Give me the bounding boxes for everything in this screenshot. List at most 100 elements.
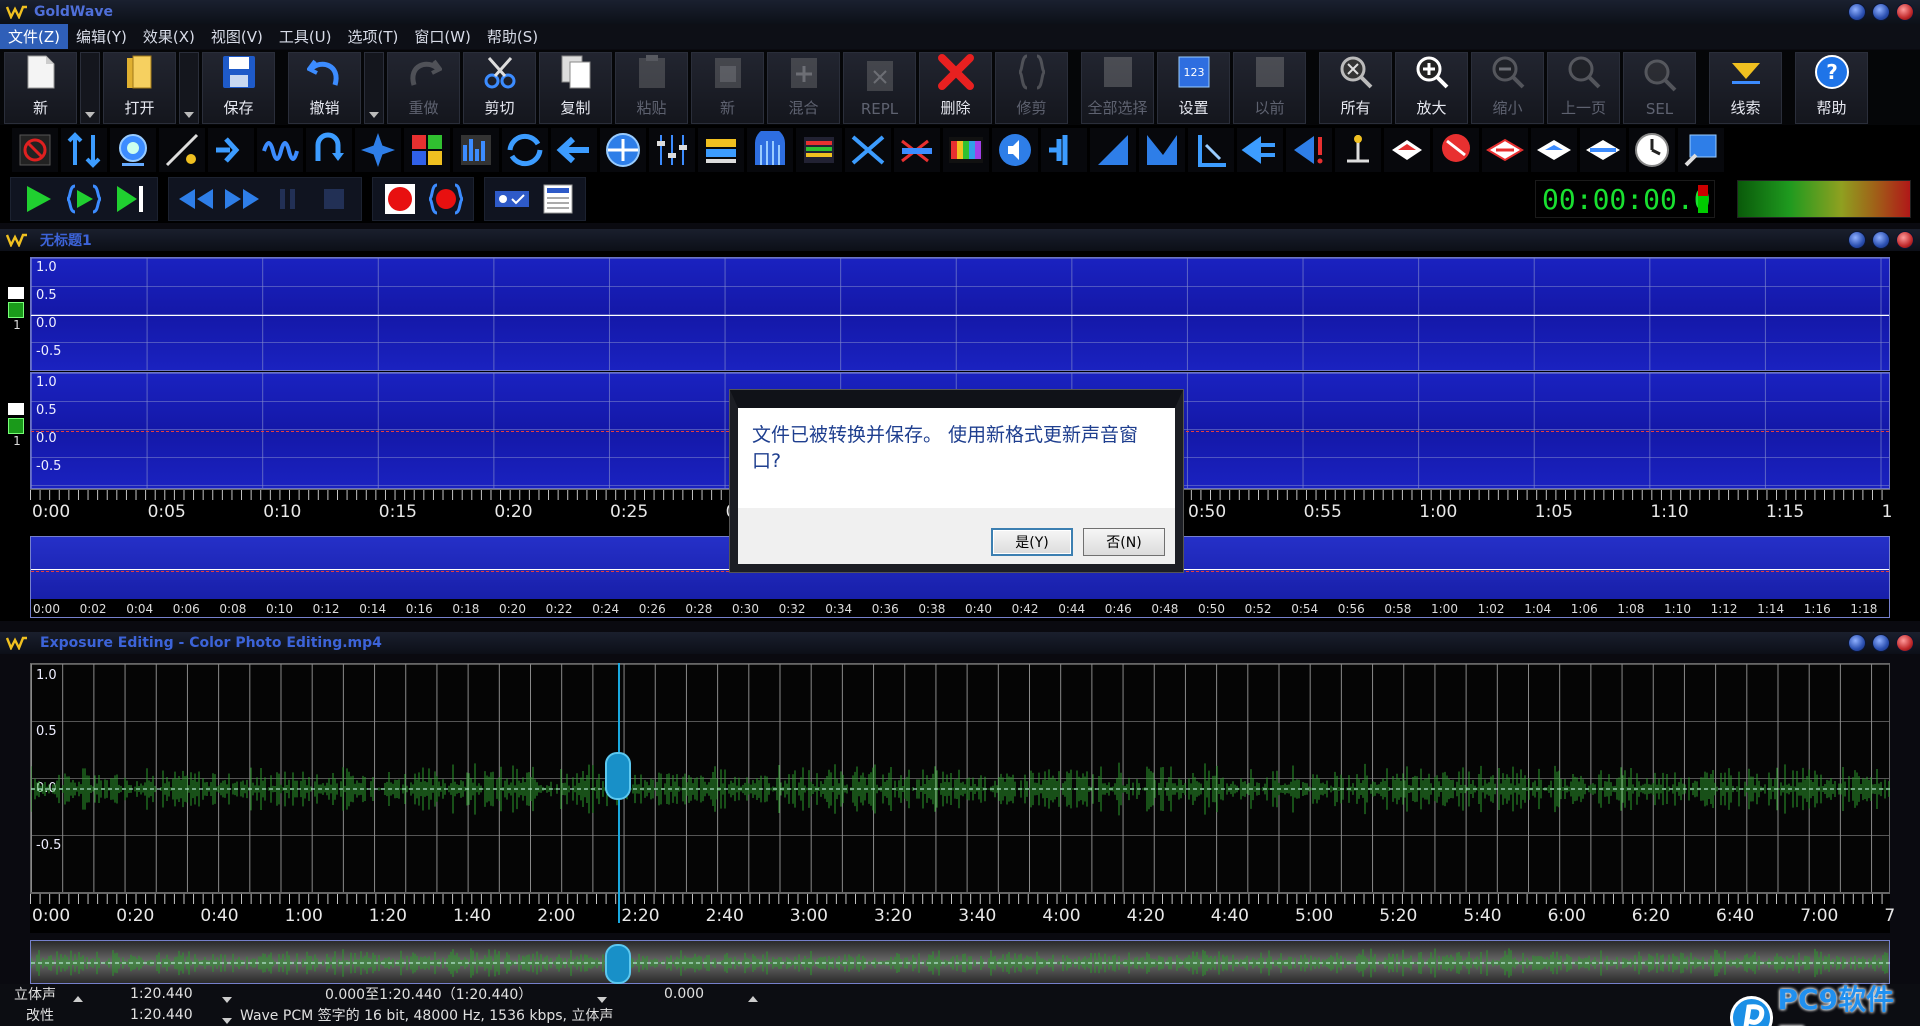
- shape-volume-icon[interactable]: [1139, 128, 1185, 172]
- cut-button[interactable]: 剪切: [463, 52, 536, 124]
- minimize-button[interactable]: [1848, 3, 1866, 21]
- compressor-icon[interactable]: [1482, 128, 1528, 172]
- menu-options[interactable]: 选项(T): [340, 24, 407, 49]
- fast-forward-icon[interactable]: [219, 179, 265, 219]
- doc1-close-button[interactable]: [1896, 231, 1914, 249]
- copy-button[interactable]: 复制: [539, 52, 612, 124]
- doc2-maximize-button[interactable]: [1872, 634, 1890, 652]
- check-icon[interactable]: [8, 418, 24, 434]
- doc2-overview[interactable]: [30, 940, 1891, 984]
- equalizer-icon[interactable]: [649, 128, 695, 172]
- chevron-up-icon[interactable]: [748, 990, 758, 1006]
- redo-button[interactable]: 重做: [387, 52, 460, 124]
- fade-icon[interactable]: [159, 128, 205, 172]
- maximize-button[interactable]: [1872, 3, 1890, 21]
- delete-button[interactable]: 删除: [919, 52, 992, 124]
- play-to-end-icon[interactable]: [107, 179, 153, 219]
- flanger-icon[interactable]: [257, 128, 303, 172]
- time-warp-icon[interactable]: [845, 128, 891, 172]
- no-button[interactable]: 否(N): [1083, 528, 1165, 556]
- play-selection-icon[interactable]: [61, 179, 107, 219]
- open-button[interactable]: 打开: [103, 52, 176, 124]
- new-dropdown-button[interactable]: [80, 52, 100, 124]
- doc2-minimize-button[interactable]: [1848, 634, 1866, 652]
- zoom-out-button[interactable]: 缩小: [1471, 52, 1544, 124]
- zoom-selection-button[interactable]: SEL: [1623, 52, 1696, 124]
- menu-window[interactable]: 窗口(W): [406, 24, 479, 49]
- save-button[interactable]: 保存: [202, 52, 275, 124]
- check-icon[interactable]: [8, 302, 24, 318]
- yes-button[interactable]: 是(Y): [991, 528, 1073, 556]
- menu-edit[interactable]: 编辑(Y): [68, 24, 135, 49]
- menu-help[interactable]: 帮助(S): [479, 24, 546, 49]
- fade-in-icon[interactable]: [1041, 128, 1087, 172]
- silence-icon[interactable]: [698, 128, 744, 172]
- menu-tools[interactable]: 工具(U): [271, 24, 340, 49]
- doc1-minimize-button[interactable]: [1848, 231, 1866, 249]
- new-button[interactable]: 新: [4, 52, 77, 124]
- effect-chain-icon[interactable]: [1678, 128, 1724, 172]
- volume-speaker-icon[interactable]: [992, 128, 1038, 172]
- close-button[interactable]: [1896, 3, 1914, 21]
- menu-effects[interactable]: 效果(X): [135, 24, 203, 49]
- pop-click-icon[interactable]: [1384, 128, 1430, 172]
- replace-button[interactable]: REPL: [843, 52, 916, 124]
- channel-left-icon[interactable]: [1286, 128, 1332, 172]
- expander-icon[interactable]: [1531, 128, 1577, 172]
- stop-effect-icon[interactable]: [12, 128, 58, 172]
- open-dropdown-button[interactable]: [179, 52, 199, 124]
- doppler-icon[interactable]: [61, 128, 107, 172]
- doc2-timeline[interactable]: 0:00 0:20 0:40 1:00 1:20 1:40 2:00 2:20 2:40 3:00…: [30, 893, 1895, 933]
- match-volume-icon[interactable]: [1188, 128, 1234, 172]
- stop-icon[interactable]: [311, 179, 357, 219]
- trim-button[interactable]: 修剪: [995, 52, 1068, 124]
- mix-button[interactable]: 混合: [767, 52, 840, 124]
- undo-button[interactable]: 撤销: [288, 52, 361, 124]
- offset-icon[interactable]: [404, 128, 450, 172]
- play-icon[interactable]: [15, 179, 61, 219]
- volume-change-icon[interactable]: [894, 128, 940, 172]
- doc1-maximize-button[interactable]: [1872, 231, 1890, 249]
- pause-icon[interactable]: [265, 179, 311, 219]
- doc2-title-bar[interactable]: Exposure Editing - Color Photo Editing.m…: [0, 632, 1920, 654]
- paste-button[interactable]: 粘贴: [615, 52, 688, 124]
- maximize-volume-icon[interactable]: [1237, 128, 1283, 172]
- select-all-button[interactable]: 全部选择: [1081, 52, 1154, 124]
- chevron-down-icon[interactable]: [222, 1012, 232, 1026]
- cursor-handle-icon[interactable]: [605, 752, 631, 800]
- doc2-channel[interactable]: 1.0 0.5 0.0 -0.5: [30, 663, 1891, 893]
- overview-cursor-handle-icon[interactable]: [605, 944, 631, 984]
- echo-icon[interactable]: [110, 128, 156, 172]
- menu-view[interactable]: 视图(V): [203, 24, 271, 49]
- spectrum-icon[interactable]: [943, 128, 989, 172]
- device-properties-icon[interactable]: [535, 179, 581, 219]
- reverse-icon[interactable]: [551, 128, 597, 172]
- device-controls-icon[interactable]: [489, 179, 535, 219]
- settings-button[interactable]: 123 设置: [1157, 52, 1230, 124]
- invert-icon[interactable]: [306, 128, 352, 172]
- resample-icon[interactable]: [600, 128, 646, 172]
- zoom-in-button[interactable]: 放大: [1395, 52, 1468, 124]
- spectrum-filter-icon[interactable]: [747, 128, 793, 172]
- record-selection-icon[interactable]: [423, 179, 469, 219]
- zoom-all-button[interactable]: 所有: [1319, 52, 1392, 124]
- previous-button[interactable]: 以前: [1233, 52, 1306, 124]
- pitch-icon[interactable]: [502, 128, 548, 172]
- fade-out-icon[interactable]: [1090, 128, 1136, 172]
- paste-new-button[interactable]: 新: [691, 52, 764, 124]
- stereo-icon[interactable]: [796, 128, 842, 172]
- clip-icon[interactable]: [1433, 128, 1479, 172]
- filter-icon[interactable]: [208, 128, 254, 172]
- chevron-up-icon[interactable]: [73, 990, 83, 1006]
- channel-enable-toggle[interactable]: [8, 403, 24, 415]
- clock-icon[interactable]: [1629, 128, 1675, 172]
- record-icon[interactable]: [377, 179, 423, 219]
- noise-reduction-icon[interactable]: [1335, 128, 1381, 172]
- channel-enable-toggle[interactable]: [8, 287, 24, 299]
- doc1-title-bar[interactable]: 无标题1: [0, 229, 1920, 251]
- prev-page-button[interactable]: 上一页: [1547, 52, 1620, 124]
- help-button[interactable]: ? 帮助: [1795, 52, 1868, 124]
- doc1-left-channel[interactable]: 1.0 0.5 0.0 -0.5: [30, 257, 1890, 371]
- rewind-icon[interactable]: [173, 179, 219, 219]
- mechanize-icon[interactable]: [355, 128, 401, 172]
